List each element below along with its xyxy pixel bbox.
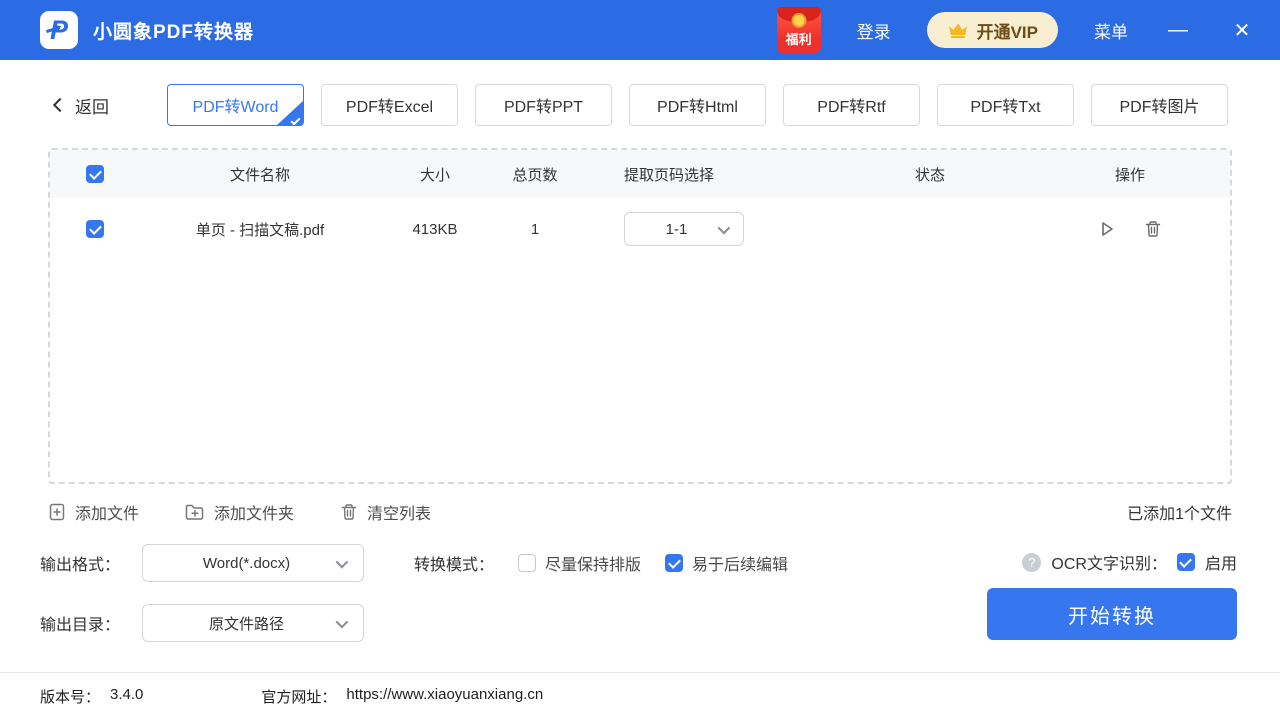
gold-coin-icon bbox=[791, 13, 806, 28]
list-toolbar: 添加文件 添加文件夹 清空列表 已添加1个文件 bbox=[48, 500, 1232, 524]
ocr-enable-checkbox[interactable] bbox=[1177, 553, 1195, 571]
tab-label: PDF转Rtf bbox=[817, 93, 885, 117]
file-size: 413KB bbox=[380, 221, 490, 238]
conversion-tabbar: 返回 PDF转Word PDF转Excel PDF转PPT PDF转Html P… bbox=[0, 84, 1280, 126]
convert-mode-label: 转换模式： bbox=[414, 551, 494, 575]
website-label: 官方网址： bbox=[261, 686, 336, 707]
page-range-value: 1-1 bbox=[635, 221, 718, 238]
easy-edit-label: 易于后续编辑 bbox=[692, 551, 788, 575]
file-plus-icon bbox=[48, 503, 66, 521]
trash-icon bbox=[1144, 220, 1162, 238]
open-vip-button[interactable]: 开通VIP bbox=[927, 12, 1058, 48]
page-range-select[interactable]: 1-1 bbox=[624, 212, 744, 246]
add-file-button[interactable]: 添加文件 bbox=[48, 500, 139, 524]
add-file-label: 添加文件 bbox=[75, 500, 139, 524]
close-button[interactable]: ✕ bbox=[1228, 18, 1256, 43]
tab-label: PDF转Txt bbox=[970, 93, 1040, 117]
output-format-label: 输出格式： bbox=[40, 551, 120, 575]
output-format-value: Word(*.docx) bbox=[157, 555, 336, 572]
folder-plus-icon bbox=[185, 503, 205, 521]
trash-icon bbox=[340, 503, 358, 521]
ocr-option-group: ? OCR文字识别： 启用 bbox=[1022, 550, 1237, 574]
website-url[interactable]: https://www.xiaoyuanxiang.cn bbox=[346, 686, 543, 707]
start-convert-button[interactable]: 开始转换 bbox=[987, 588, 1237, 640]
clear-list-button[interactable]: 清空列表 bbox=[340, 500, 431, 524]
conversion-options: 输出格式： Word(*.docx) 转换模式： 尽量保持排版 易于后续编辑 ?… bbox=[40, 544, 1240, 642]
chevron-down-icon bbox=[336, 615, 349, 628]
title-bar: P 小圆象PDF转换器 福利 登录 开通VIP 菜单 — ✕ bbox=[0, 0, 1280, 60]
status-footer: 版本号： 3.4.0 官方网址： https://www.xiaoyuanxia… bbox=[0, 672, 1280, 720]
app-logo-icon: P bbox=[40, 11, 78, 49]
open-vip-label: 开通VIP bbox=[977, 18, 1038, 43]
column-header-operation: 操作 bbox=[1030, 164, 1230, 185]
mode-easy-edit-option[interactable]: 易于后续编辑 bbox=[665, 551, 788, 575]
column-header-name: 文件名称 bbox=[140, 164, 380, 185]
version-label: 版本号： bbox=[40, 686, 100, 707]
play-icon bbox=[1098, 220, 1116, 238]
add-folder-button[interactable]: 添加文件夹 bbox=[185, 500, 294, 524]
menu-button[interactable]: 菜单 bbox=[1094, 18, 1128, 43]
table-row: 单页 - 扫描文稿.pdf 413KB 1 1-1 bbox=[50, 198, 1230, 260]
output-dir-value: 原文件路径 bbox=[157, 613, 336, 634]
column-header-status: 状态 bbox=[830, 164, 1030, 185]
benefit-badge-label: 福利 bbox=[786, 29, 812, 48]
file-pages: 1 bbox=[490, 221, 580, 238]
minimize-button[interactable]: — bbox=[1164, 19, 1192, 42]
tab-pdf-to-excel[interactable]: PDF转Excel bbox=[321, 84, 458, 126]
add-folder-label: 添加文件夹 bbox=[214, 500, 294, 524]
app-title: 小圆象PDF转换器 bbox=[93, 17, 254, 44]
column-header-page-select: 提取页码选择 bbox=[580, 164, 830, 185]
row-checkbox[interactable] bbox=[86, 220, 104, 238]
tab-label: PDF转图片 bbox=[1119, 93, 1199, 117]
clear-list-label: 清空列表 bbox=[367, 500, 431, 524]
back-label: 返回 bbox=[75, 93, 109, 118]
table-header-row: 文件名称 大小 总页数 提取页码选择 状态 操作 bbox=[50, 150, 1230, 198]
benefit-red-envelope-badge[interactable]: 福利 bbox=[777, 7, 821, 53]
tab-pdf-to-html[interactable]: PDF转Html bbox=[629, 84, 766, 126]
delete-row-button[interactable] bbox=[1144, 220, 1162, 238]
output-format-select[interactable]: Word(*.docx) bbox=[142, 544, 364, 582]
tab-pdf-to-txt[interactable]: PDF转Txt bbox=[937, 84, 1074, 126]
crown-icon bbox=[947, 21, 969, 39]
easy-edit-checkbox[interactable] bbox=[665, 554, 683, 572]
chevron-down-icon bbox=[718, 221, 731, 234]
tab-pdf-to-rtf[interactable]: PDF转Rtf bbox=[783, 84, 920, 126]
version-value: 3.4.0 bbox=[110, 686, 143, 707]
tab-pdf-to-word[interactable]: PDF转Word bbox=[167, 84, 304, 126]
chevron-left-icon bbox=[53, 98, 67, 112]
help-icon[interactable]: ? bbox=[1022, 553, 1041, 572]
convert-play-button[interactable] bbox=[1098, 220, 1116, 238]
tab-pdf-to-ppt[interactable]: PDF转PPT bbox=[475, 84, 612, 126]
ocr-label: OCR文字识别： bbox=[1051, 550, 1167, 574]
file-list-dropzone: 文件名称 大小 总页数 提取页码选择 状态 操作 单页 - 扫描文稿.pdf 4… bbox=[48, 148, 1232, 484]
tab-label: PDF转Excel bbox=[346, 93, 433, 117]
keep-layout-label: 尽量保持排版 bbox=[545, 551, 641, 575]
keep-layout-checkbox[interactable] bbox=[518, 554, 536, 572]
back-button[interactable]: 返回 bbox=[55, 93, 109, 118]
tab-pdf-to-image[interactable]: PDF转图片 bbox=[1091, 84, 1228, 126]
column-header-pages: 总页数 bbox=[490, 164, 580, 185]
added-files-count: 已添加1个文件 bbox=[1127, 500, 1232, 524]
file-name: 单页 - 扫描文稿.pdf bbox=[140, 219, 380, 240]
tab-label: PDF转Html bbox=[657, 93, 738, 117]
tab-label: PDF转PPT bbox=[504, 93, 583, 117]
ocr-enable-label: 启用 bbox=[1205, 550, 1237, 574]
output-dir-select[interactable]: 原文件路径 bbox=[142, 604, 364, 642]
column-header-size: 大小 bbox=[380, 164, 490, 185]
login-button[interactable]: 登录 bbox=[857, 18, 891, 43]
tab-label: PDF转Word bbox=[193, 93, 279, 117]
output-dir-label: 输出目录： bbox=[40, 611, 120, 635]
select-all-checkbox[interactable] bbox=[86, 165, 104, 183]
mode-keep-layout-option[interactable]: 尽量保持排版 bbox=[518, 551, 641, 575]
chevron-down-icon bbox=[336, 555, 349, 568]
